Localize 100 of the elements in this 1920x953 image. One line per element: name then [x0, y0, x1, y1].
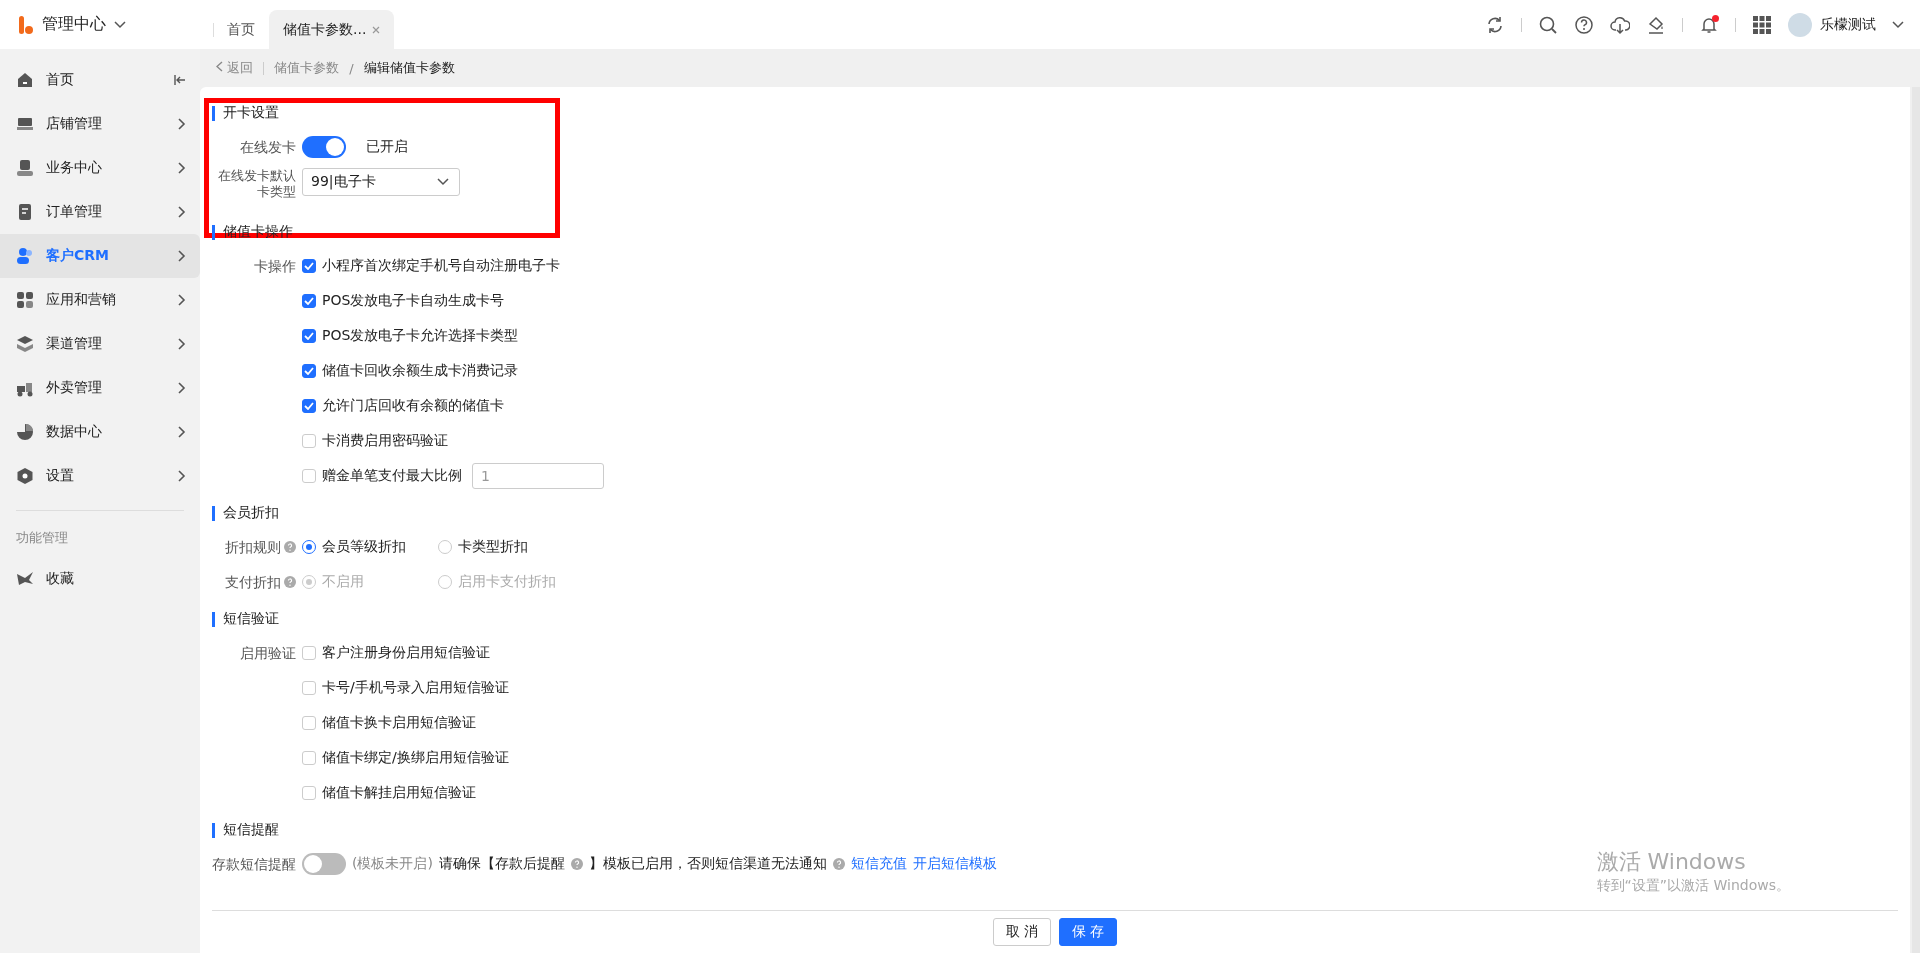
section-title: 短信验证 [223, 610, 279, 628]
checkmark-icon [304, 401, 314, 410]
section-label: 功能管理 [15, 529, 69, 547]
section-title: 会员折扣 [223, 504, 279, 522]
checkbox-label[interactable]: 储值卡换卡启用短信验证 [322, 713, 476, 732]
help-icon [832, 857, 845, 870]
collapse-icon[interactable] [174, 74, 186, 86]
nav-item[interactable]: 应用和营销 [0, 278, 200, 322]
field-label: 存款短信提醒 [212, 855, 296, 872]
radio-button[interactable] [438, 539, 452, 554]
field-label: 在线发卡默认卡类型 [218, 168, 296, 199]
checkbox-label[interactable]: 小程序首次绑定手机号自动注册电子卡 [322, 256, 560, 275]
checkbox-label[interactable]: POS发放电子卡自动生成卡号 [322, 291, 505, 310]
save-button[interactable]: 保 存 [1059, 918, 1118, 946]
chevron-right-icon [176, 118, 186, 130]
nav-item[interactable]: 外卖管理 [0, 366, 200, 410]
field-label: 折扣规则 [225, 538, 281, 555]
chevron-right-icon [176, 294, 186, 306]
toggle-switch[interactable] [302, 852, 346, 875]
checkmark-icon [304, 331, 314, 340]
page-tab[interactable]: 储值卡参数... [269, 10, 395, 49]
chevron-down-icon[interactable] [114, 20, 126, 29]
apps-grid-icon[interactable] [1752, 14, 1772, 35]
checkbox-label[interactable]: 储值卡绑定/换绑启用短信验证 [322, 748, 509, 767]
checkmark-icon [304, 296, 314, 305]
checkbox-label[interactable]: 卡消费启用密码验证 [322, 431, 448, 450]
checkbox[interactable] [302, 785, 316, 800]
store-icon [16, 115, 34, 133]
help-icon [284, 575, 296, 588]
toggle-switch[interactable] [302, 135, 346, 158]
notice-text: 请确保【存款后提醒 [438, 854, 565, 873]
chevron-right-icon [176, 162, 186, 174]
checkbox-label[interactable]: 储值卡解挂启用短信验证 [322, 783, 476, 802]
help-icon[interactable] [1574, 14, 1594, 35]
nav-item[interactable]: 设置 [0, 454, 200, 498]
checkmark-icon [304, 261, 314, 270]
field-label: 在线发卡 [240, 138, 296, 155]
cloud-download-icon[interactable] [1610, 14, 1630, 35]
checkbox-label[interactable]: 储值卡回收余额生成卡消费记录 [322, 361, 518, 380]
breadcrumb-separator: / [349, 60, 354, 76]
radio-label[interactable]: 会员等级折扣 [322, 537, 406, 556]
person-card-icon [16, 159, 34, 177]
close-icon[interactable] [372, 25, 381, 34]
field-label: 卡操作 [254, 257, 296, 274]
checkbox[interactable] [302, 715, 316, 730]
nav-item[interactable]: 店铺管理 [0, 102, 200, 146]
chevron-right-icon [176, 470, 186, 482]
chevron-right-icon [176, 338, 186, 350]
help-icon [284, 540, 296, 553]
logo-icon [18, 14, 34, 35]
people-icon [16, 247, 34, 265]
nav-item[interactable]: 首页 [0, 58, 200, 102]
link[interactable]: 开启短信模板 [912, 854, 997, 873]
chevron-down-icon[interactable] [1892, 20, 1904, 29]
nav-item[interactable]: 订单管理 [0, 190, 200, 234]
radio-label[interactable]: 卡类型折扣 [458, 537, 528, 556]
activation-title: 激活 Windows [1596, 848, 1747, 876]
refresh-icon[interactable] [1485, 14, 1505, 35]
breadcrumb-item: 编辑储值卡参数 [363, 59, 455, 77]
checkbox-label[interactable]: POS发放电子卡允许选择卡类型 [322, 326, 519, 345]
chevron-right-icon [176, 426, 186, 438]
house-icon [16, 71, 34, 89]
checkbox-label[interactable]: 客户注册身份启用短信验证 [322, 643, 490, 662]
cancel-button[interactable]: 取 消 [992, 918, 1051, 946]
checkbox[interactable] [302, 750, 316, 765]
checkbox-label[interactable]: 卡号/手机号录入启用短信验证 [322, 678, 509, 697]
nav-item[interactable]: 渠道管理 [0, 322, 200, 366]
checkbox[interactable] [302, 645, 316, 660]
page-tab[interactable]: 首页 [213, 10, 269, 49]
checkbox[interactable] [302, 328, 316, 343]
pie-chart-icon [16, 423, 34, 441]
checkmark-icon [304, 366, 314, 375]
hexagon-icon [16, 467, 34, 485]
checkbox[interactable] [302, 680, 316, 695]
chevron-down-icon [437, 177, 449, 186]
app-title[interactable]: 管理中心 [42, 14, 106, 35]
checkbox[interactable] [302, 258, 316, 273]
select-field[interactable]: 99|电子卡 [302, 167, 460, 196]
chevron-right-icon [176, 206, 186, 218]
checkbox[interactable] [302, 433, 316, 448]
document-icon [16, 203, 34, 221]
user-name[interactable]: 乐檬测试 [1820, 15, 1876, 34]
chevron-right-icon [176, 250, 186, 262]
checkbox[interactable] [302, 363, 316, 378]
search-icon[interactable] [1538, 14, 1558, 35]
section-title: 开卡设置 [223, 104, 279, 122]
notice-text: 】模板已启用，否则短信渠道无法通知 [588, 854, 827, 873]
nav-item[interactable]: 业务中心 [0, 146, 200, 190]
field-label: 支付折扣 [225, 573, 281, 590]
checkbox[interactable] [302, 293, 316, 308]
checkbox[interactable] [302, 468, 316, 483]
link[interactable]: 短信充值 [850, 854, 907, 873]
paint-bucket-icon[interactable] [1646, 14, 1666, 35]
checkbox[interactable] [302, 398, 316, 413]
checkbox-label[interactable]: 赠金单笔支付最大比例 [322, 466, 462, 485]
nav-item[interactable]: 数据中心 [0, 410, 200, 454]
nav-item[interactable]: 收藏 [0, 557, 200, 601]
radio-button[interactable] [302, 539, 316, 554]
checkbox-label[interactable]: 允许门店回收有余额的储值卡 [322, 396, 504, 415]
help-icon [570, 857, 583, 870]
